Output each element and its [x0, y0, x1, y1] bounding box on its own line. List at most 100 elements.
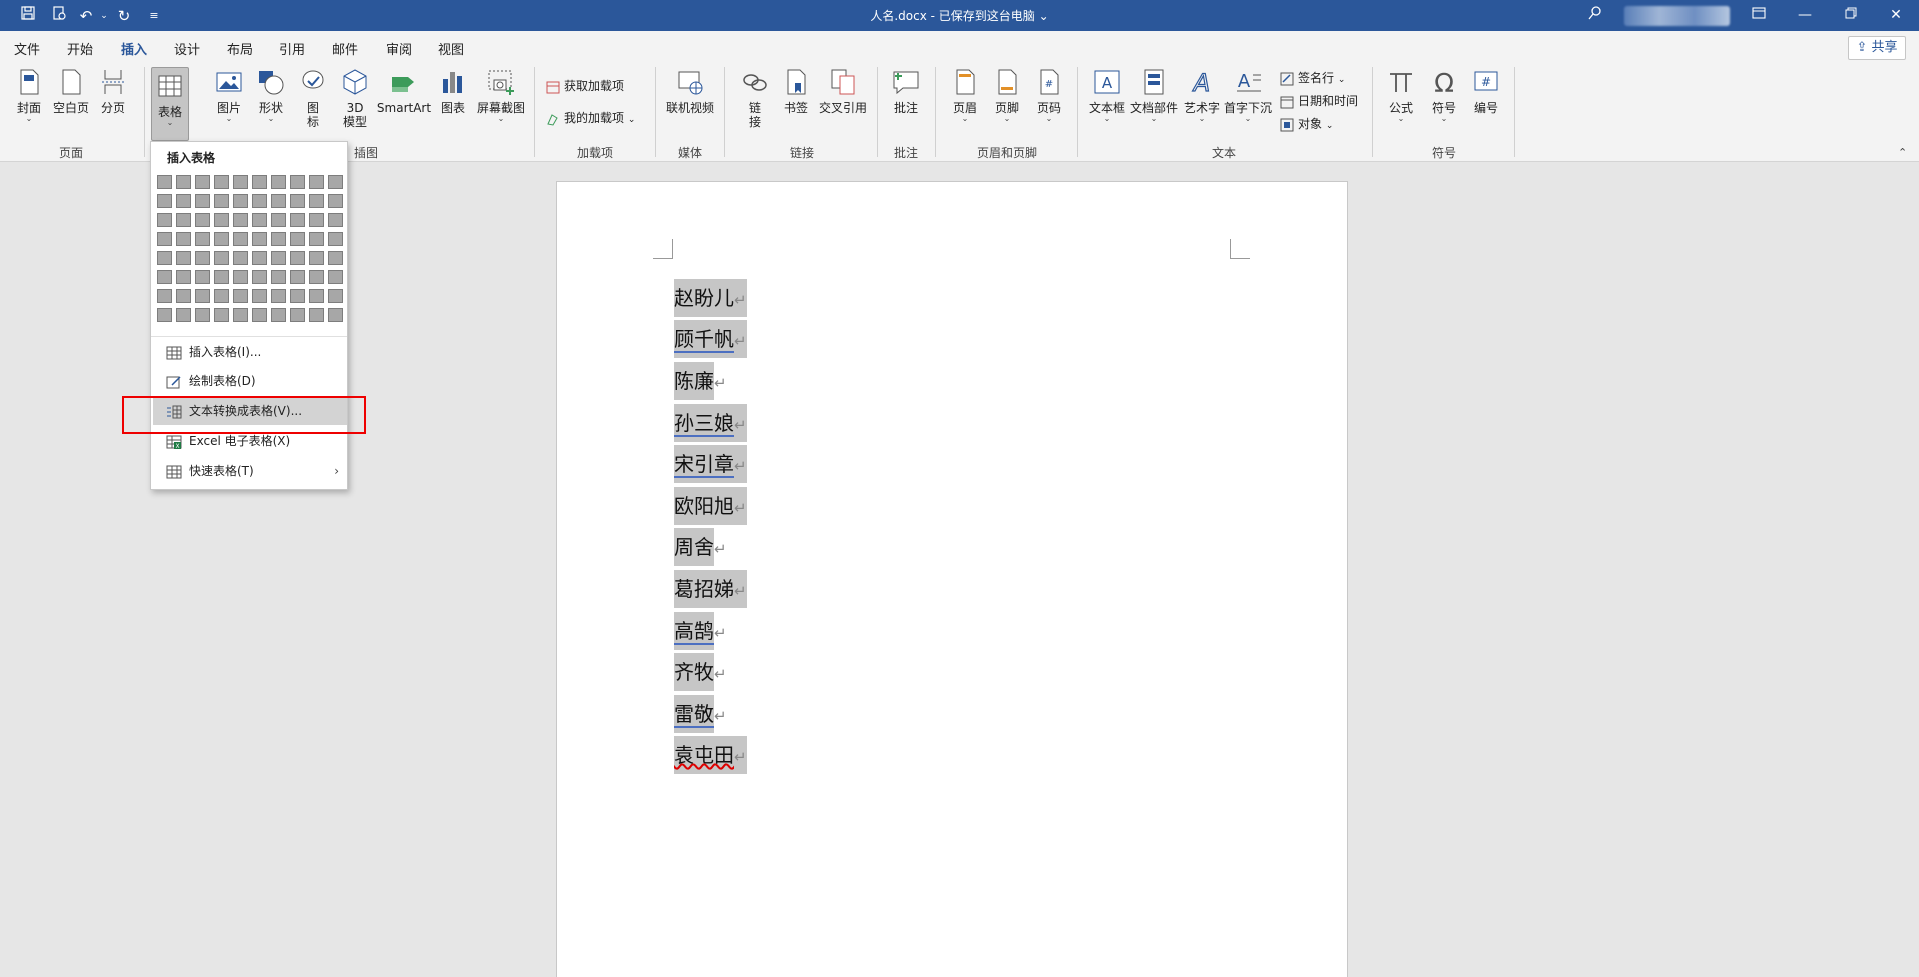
picture-button[interactable]: 图片 ⌄ — [212, 67, 246, 123]
table-grid-cell[interactable] — [195, 308, 210, 322]
tab-review[interactable]: 审阅 — [386, 39, 412, 58]
table-grid-cell[interactable] — [290, 213, 305, 227]
table-grid-cell[interactable] — [328, 251, 343, 265]
number-button[interactable]: # 编号 — [1468, 67, 1504, 115]
table-grid-cell[interactable] — [309, 175, 324, 189]
close-icon[interactable]: ✕ — [1873, 0, 1919, 31]
symbol-button[interactable]: Ω 符号 ⌄ — [1427, 67, 1461, 123]
table-grid-cell[interactable] — [214, 251, 229, 265]
my-addins-button[interactable]: 我的加载项 ⌄ — [545, 108, 635, 128]
table-grid-cell[interactable] — [176, 270, 191, 284]
tab-references[interactable]: 引用 — [279, 39, 305, 58]
table-grid-cell[interactable] — [214, 270, 229, 284]
equation-button[interactable]: 公式 ⌄ — [1384, 67, 1418, 123]
draw-table-menu-item[interactable]: 绘制表格(D) — [153, 368, 347, 395]
table-grid-cell[interactable] — [309, 251, 324, 265]
tab-layout[interactable]: 布局 — [227, 39, 253, 58]
list-item[interactable]: 齐牧↵ — [674, 653, 727, 691]
table-grid-cell[interactable] — [176, 194, 191, 208]
table-grid-cell[interactable] — [214, 213, 229, 227]
table-grid-cell[interactable] — [233, 251, 248, 265]
link-button[interactable]: 链接 — [738, 67, 772, 129]
table-grid-cell[interactable] — [252, 270, 267, 284]
table-grid-cell[interactable] — [214, 289, 229, 303]
table-grid-cell[interactable] — [214, 308, 229, 322]
table-grid-cell[interactable] — [328, 308, 343, 322]
table-grid-cell[interactable] — [290, 175, 305, 189]
list-item[interactable]: 宋引章↵ — [674, 445, 747, 483]
shapes-button[interactable]: 形状 ⌄ — [254, 67, 288, 123]
customize-icon[interactable]: ≡ — [143, 5, 165, 27]
page-break-button[interactable]: 分页 — [97, 67, 129, 115]
table-grid-cell[interactable] — [252, 289, 267, 303]
3d-models-button[interactable]: 3D 模型 — [338, 67, 372, 129]
quick-tables-menu-item[interactable]: 快速表格(T) › — [153, 458, 347, 485]
smartart-button[interactable]: SmartArt — [376, 67, 432, 115]
table-grid-cell[interactable] — [309, 308, 324, 322]
table-grid-cell[interactable] — [328, 175, 343, 189]
collapse-ribbon-icon[interactable]: ⌃ — [1898, 146, 1907, 159]
text-box-button[interactable]: A 文本框 ⌄ — [1088, 67, 1126, 123]
ribbon-display-icon[interactable] — [1736, 0, 1782, 31]
table-grid-cell[interactable] — [252, 194, 267, 208]
online-video-button[interactable]: 联机视频 — [664, 67, 716, 115]
list-item[interactable]: 周舍↵ — [674, 528, 727, 566]
table-grid-cell[interactable] — [271, 175, 286, 189]
list-item[interactable]: 雷敬↵ — [674, 695, 727, 733]
table-grid-cell[interactable] — [157, 308, 172, 322]
minimize-icon[interactable]: — — [1782, 0, 1828, 31]
table-grid-cell[interactable] — [252, 308, 267, 322]
list-item[interactable]: 高鹄↵ — [674, 612, 727, 650]
restore-icon[interactable] — [1828, 0, 1874, 31]
insert-table-menu-item[interactable]: 插入表格(I)... — [153, 339, 347, 366]
object-button[interactable]: 对象 ⌄ — [1279, 114, 1333, 134]
table-grid-cell[interactable] — [233, 194, 248, 208]
table-grid-cell[interactable] — [157, 289, 172, 303]
table-grid-cell[interactable] — [176, 308, 191, 322]
comment-button[interactable]: 批注 — [889, 67, 923, 115]
list-item[interactable]: 袁屯田↵ — [674, 736, 747, 774]
icons-button[interactable]: 图标 — [296, 67, 330, 129]
table-grid-cell[interactable] — [195, 232, 210, 246]
list-item[interactable]: 葛招娣↵ — [674, 570, 747, 608]
table-grid-cell[interactable] — [157, 251, 172, 265]
tab-insert[interactable]: 插入 — [121, 39, 148, 64]
header-button[interactable]: 页眉 ⌄ — [949, 67, 981, 123]
table-grid-cell[interactable] — [214, 232, 229, 246]
table-button[interactable]: 表格 ⌄ — [151, 67, 189, 141]
tab-design[interactable]: 设计 — [174, 39, 200, 58]
table-grid-cell[interactable] — [157, 194, 172, 208]
save-icon[interactable] — [17, 5, 39, 27]
table-grid-cell[interactable] — [328, 213, 343, 227]
table-grid-cell[interactable] — [328, 232, 343, 246]
search-icon[interactable] — [1584, 5, 1606, 27]
table-grid-cell[interactable] — [290, 289, 305, 303]
drop-cap-button[interactable]: A 首字下沉 ⌄ — [1224, 67, 1272, 123]
list-item[interactable]: 顾千帆↵ — [674, 320, 747, 358]
chart-button[interactable]: 图表 — [437, 67, 469, 115]
table-grid-cell[interactable] — [195, 194, 210, 208]
table-grid-cell[interactable] — [176, 175, 191, 189]
table-grid-cell[interactable] — [271, 289, 286, 303]
list-item[interactable]: 陈廉↵ — [674, 362, 727, 400]
table-grid-cell[interactable] — [233, 213, 248, 227]
table-grid-cell[interactable] — [309, 194, 324, 208]
undo-dropdown-icon[interactable]: ⌄ — [93, 5, 115, 27]
table-grid-cell[interactable] — [176, 232, 191, 246]
table-grid-cell[interactable] — [309, 289, 324, 303]
screenshot-button[interactable]: 屏幕截图 ⌄ — [475, 67, 527, 123]
table-grid-cell[interactable] — [309, 270, 324, 284]
wordart-button[interactable]: A 艺术字 ⌄ — [1182, 67, 1222, 123]
table-grid-cell[interactable] — [176, 213, 191, 227]
table-grid-cell[interactable] — [309, 213, 324, 227]
tab-mailings[interactable]: 邮件 — [332, 39, 358, 58]
share-button[interactable]: ⇪ 共享 — [1848, 36, 1906, 60]
table-grid-cell[interactable] — [252, 232, 267, 246]
table-grid-cell[interactable] — [252, 251, 267, 265]
title-caret-icon[interactable]: ⌄ — [1039, 9, 1049, 23]
table-grid-cell[interactable] — [252, 213, 267, 227]
table-grid-cell[interactable] — [328, 194, 343, 208]
table-grid-cell[interactable] — [195, 289, 210, 303]
tab-file[interactable]: 文件 — [14, 39, 40, 58]
quick-parts-button[interactable]: 文档部件 ⌄ — [1130, 67, 1178, 123]
